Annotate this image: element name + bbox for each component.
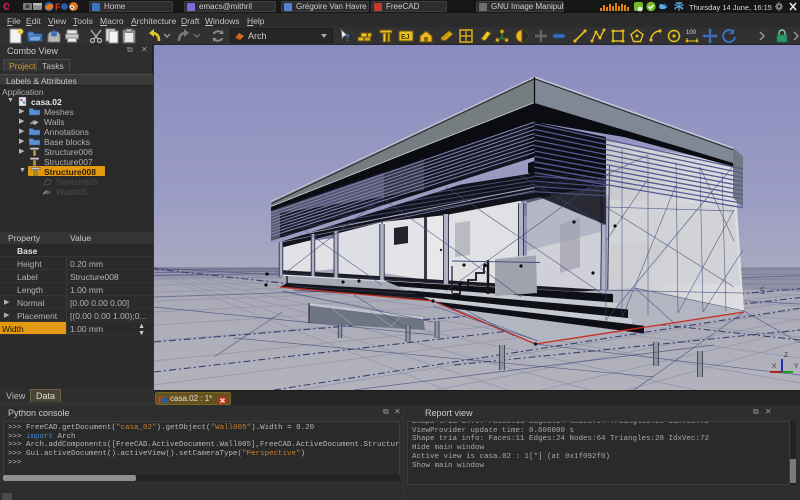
svg-text:?: ? bbox=[345, 33, 350, 44]
svg-text:X: X bbox=[772, 363, 777, 370]
svg-text:5: 5 bbox=[760, 286, 765, 296]
svg-text:100: 100 bbox=[686, 30, 697, 36]
svg-text:EJ: EJ bbox=[401, 34, 410, 41]
svg-text:F: F bbox=[55, 2, 61, 12]
svg-text:Z: Z bbox=[784, 352, 788, 359]
svg-text:Y: Y bbox=[794, 363, 799, 370]
